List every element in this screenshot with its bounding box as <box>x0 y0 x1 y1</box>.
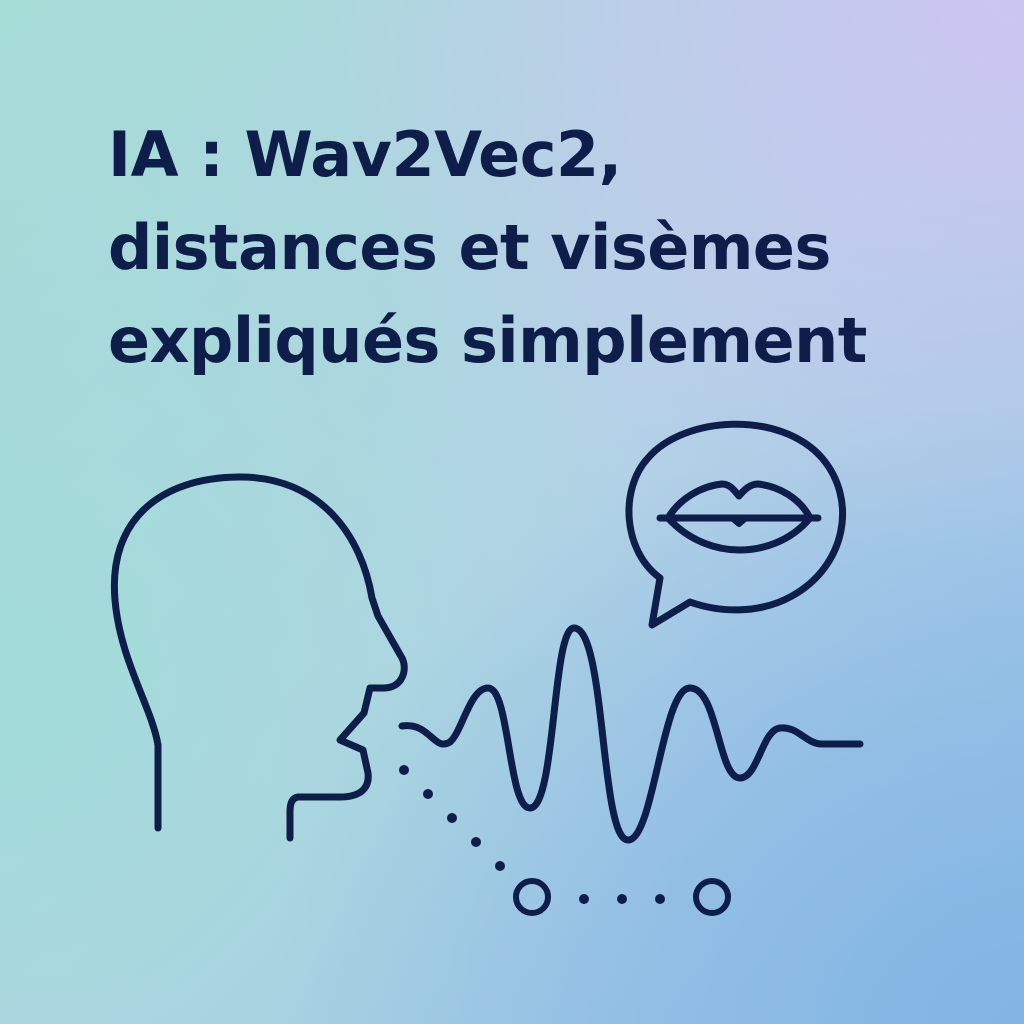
sound-wave-icon <box>398 624 864 844</box>
poster-background: IA : Wav2Vec2, distances et visèmes expl… <box>0 0 1024 1024</box>
speech-illustration <box>110 420 864 916</box>
dotted-path-icon <box>399 765 731 916</box>
lips-icon <box>656 480 822 554</box>
speaking-head-icon <box>110 473 408 842</box>
